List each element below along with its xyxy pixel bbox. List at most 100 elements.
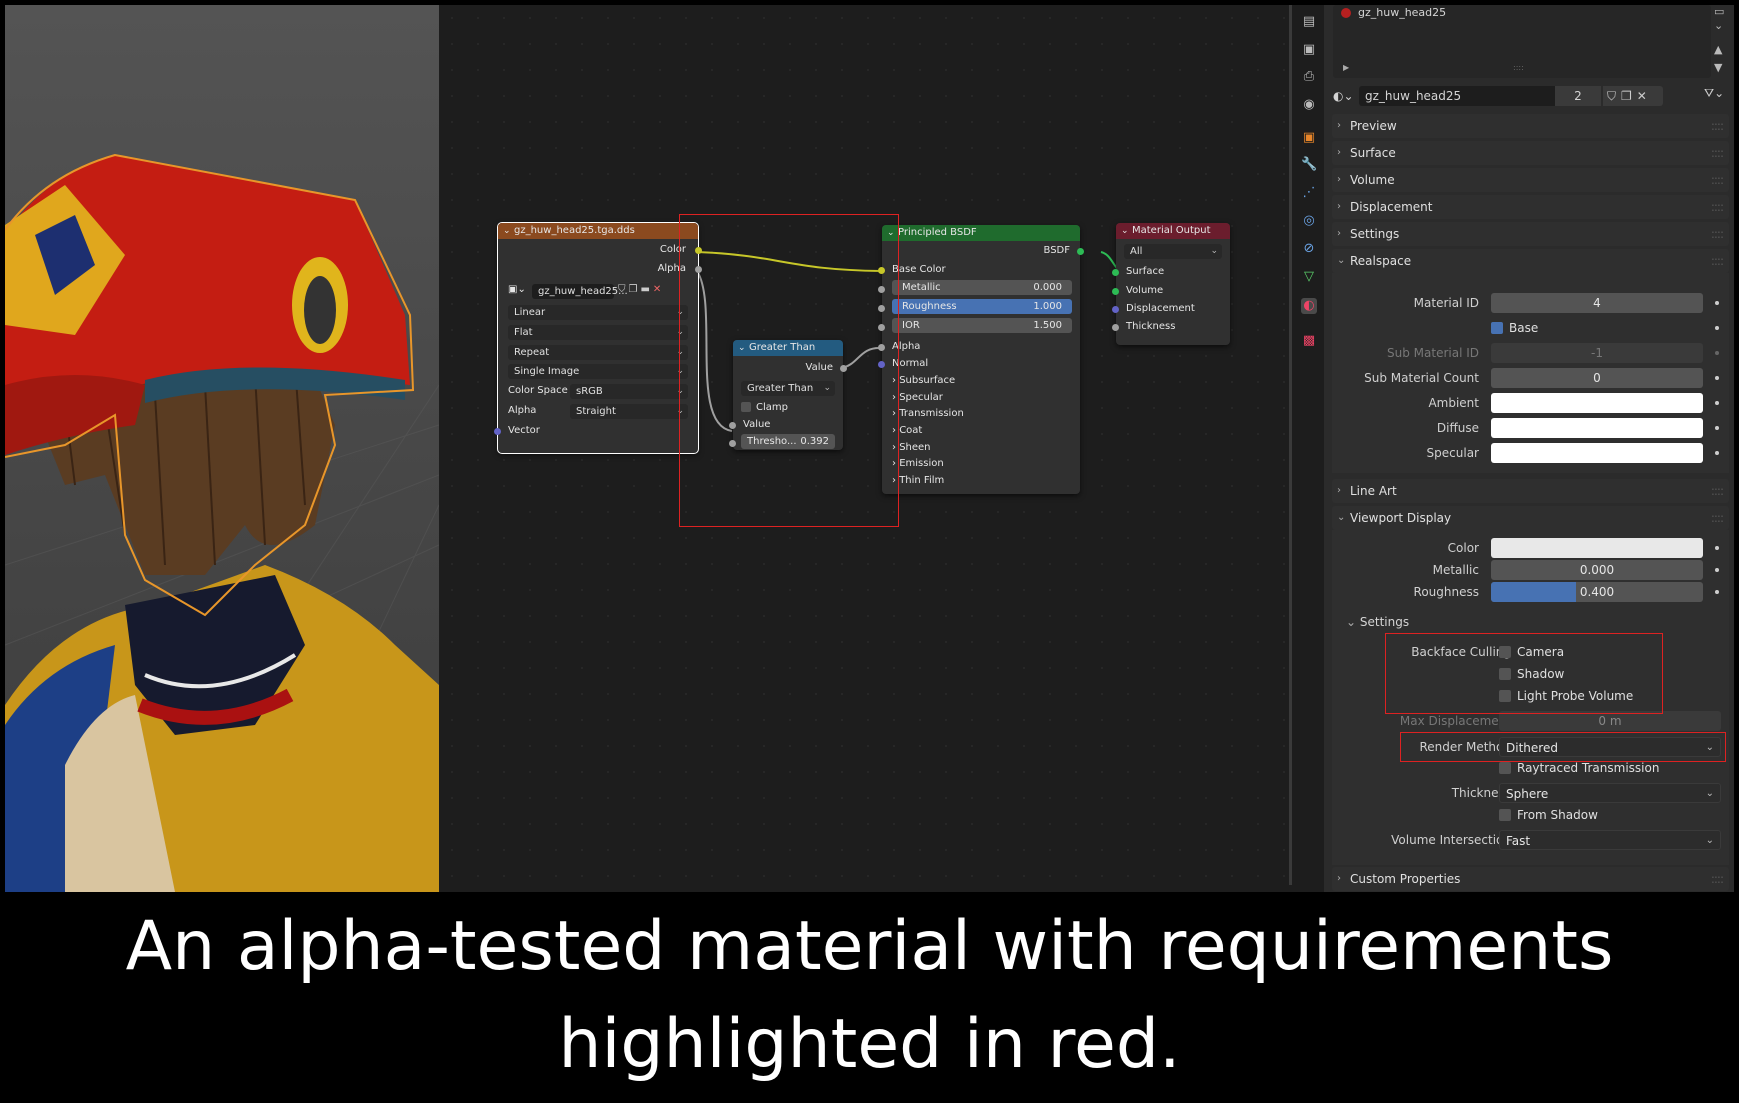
clamp-checkbox[interactable]: Clamp <box>741 401 788 415</box>
socket-volume[interactable] <box>1112 288 1119 295</box>
slot-specials-icon[interactable]: ▭ <box>1714 5 1724 19</box>
drag-grip-icon[interactable]: :::: <box>1711 141 1724 165</box>
target-dropdown[interactable]: All ⌄ <box>1124 244 1222 259</box>
vd-color-swatch[interactable] <box>1491 538 1703 558</box>
checkbox[interactable] <box>1499 689 1511 702</box>
panel-preview[interactable]: › Preview:::: <box>1332 114 1729 138</box>
section-subsurface[interactable]: › Subsurface <box>892 374 955 388</box>
chevron-down-icon[interactable]: ⌄ <box>503 223 511 239</box>
render-method-dropdown[interactable]: Dithered ⌄ <box>1499 737 1721 757</box>
material-output-node[interactable]: ⌄ Material Output All ⌄ Surface Volume Dis… <box>1112 223 1230 345</box>
section-emission[interactable]: › Emission <box>892 457 944 471</box>
checkbox[interactable] <box>1499 808 1511 821</box>
volume-intersection-dropdown[interactable]: Fast ⌄ <box>1499 830 1721 850</box>
material-slot-list[interactable]: gz_huw_head25 ▶ :::: <box>1333 5 1711 78</box>
close-icon[interactable]: ✕ <box>653 284 664 295</box>
socket-bsdf[interactable] <box>1077 248 1084 255</box>
keyframe-dot[interactable] <box>1715 451 1719 455</box>
subpanel-settings[interactable]: ⌄ Settings <box>1346 612 1409 632</box>
move-up-icon[interactable]: ▲ <box>1714 43 1724 61</box>
data-tab-icon[interactable]: ▽ <box>1301 269 1317 285</box>
ior-field[interactable]: IOR 1.500 <box>892 318 1072 333</box>
world-tab-icon[interactable]: ◉ <box>1301 97 1317 113</box>
checkbox[interactable] <box>741 402 751 412</box>
ambient-color-swatch[interactable] <box>1491 393 1703 413</box>
extension-dropdown[interactable]: Repeat ⌄ <box>508 345 688 360</box>
shadow-checkbox[interactable]: Shadow <box>1499 665 1564 683</box>
drag-grip-icon[interactable]: :::: <box>1711 479 1724 503</box>
camera-checkbox[interactable]: Camera <box>1499 643 1564 661</box>
alpha-mode-dropdown[interactable]: Straight ⌄ <box>570 404 688 419</box>
socket-value-out[interactable] <box>840 365 847 372</box>
chevron-down-icon[interactable]: ⌄ <box>738 340 746 356</box>
material-browse-icon[interactable]: ◐⌄ <box>1333 86 1357 106</box>
resize-grip-icon[interactable]: :::: <box>1513 63 1524 72</box>
image-name-field[interactable]: gz_huw_head25... <box>532 284 628 299</box>
diffuse-color-swatch[interactable] <box>1491 418 1703 438</box>
socket-alpha[interactable] <box>878 344 885 351</box>
socket-ior[interactable] <box>878 324 885 331</box>
vd-metallic-field[interactable]: 0.000 <box>1491 560 1703 580</box>
keyframe-dot[interactable] <box>1715 568 1719 572</box>
panel-line-art[interactable]: › Line Art:::: <box>1332 479 1729 503</box>
keyframe-dot[interactable] <box>1715 351 1719 355</box>
drag-grip-icon[interactable]: :::: <box>1711 114 1724 138</box>
filter-icon[interactable]: ⛛⌄ <box>1704 86 1724 101</box>
vd-roughness-slider[interactable]: 0.400 <box>1491 582 1703 602</box>
section-coat[interactable]: › Coat <box>892 424 922 438</box>
socket-metallic[interactable] <box>878 286 885 293</box>
fake-user-shield-icon[interactable]: ⛉ <box>618 284 629 295</box>
threshold-field[interactable]: Thresho... 0.392 <box>741 434 835 449</box>
keyframe-dot[interactable] <box>1715 590 1719 594</box>
material-name-field[interactable]: gz_huw_head25 <box>1359 86 1555 106</box>
roughness-field[interactable]: Roughness 1.000 <box>892 299 1072 314</box>
specular-color-swatch[interactable] <box>1491 443 1703 463</box>
color-space-dropdown[interactable]: sRGB ⌄ <box>570 384 688 399</box>
modifier-wrench-icon[interactable]: 🔧 <box>1301 157 1317 173</box>
checkbox[interactable] <box>1499 761 1511 774</box>
material-id-field[interactable]: 4 <box>1491 293 1703 313</box>
metallic-field[interactable]: Metallic 0.000 <box>892 280 1072 295</box>
panel-custom-properties[interactable]: › Custom Properties:::: <box>1332 867 1729 891</box>
drag-grip-icon[interactable]: :::: <box>1711 195 1724 219</box>
chevron-down-icon[interactable]: ⌄ <box>1714 19 1724 43</box>
close-icon[interactable]: ✕ <box>1637 89 1652 103</box>
socket-value-in[interactable] <box>729 422 736 429</box>
texture-tab-icon[interactable]: ▩ <box>1301 333 1317 349</box>
thickness-dropdown[interactable]: Sphere ⌄ <box>1499 783 1721 803</box>
properties-editor[interactable]: gz_huw_head25 ▶ :::: ▭ ⌄ ▲ ▼ ◐⌄ gz_huw_h… <box>1324 5 1734 892</box>
image-browse-icon[interactable]: ▣⌄ <box>508 284 530 298</box>
keyframe-dot[interactable] <box>1715 376 1719 380</box>
section-transmission[interactable]: › Transmission <box>892 407 964 421</box>
keyframe-dot[interactable] <box>1715 326 1719 330</box>
socket-normal[interactable] <box>878 361 885 368</box>
raytraced-transmission-checkbox[interactable]: Raytraced Transmission <box>1499 759 1659 777</box>
section-specular[interactable]: › Specular <box>892 391 943 405</box>
panel-surface[interactable]: › Surface:::: <box>1332 141 1729 165</box>
panel-volume[interactable]: › Volume:::: <box>1332 168 1729 192</box>
keyframe-dot[interactable] <box>1715 546 1719 550</box>
duplicate-icon[interactable]: ❐ <box>1621 89 1637 103</box>
checkbox[interactable] <box>1499 667 1511 680</box>
expand-triangle-icon[interactable]: ▶ <box>1343 63 1349 72</box>
max-displacement-field[interactable]: 0 m <box>1499 711 1721 731</box>
drag-grip-icon[interactable]: :::: <box>1711 168 1724 192</box>
socket-displacement[interactable] <box>1112 306 1119 313</box>
greater-than-node[interactable]: ⌄ Greater Than Value Greater Than ⌄ Clamp … <box>729 340 847 450</box>
3d-viewport[interactable] <box>5 5 439 892</box>
material-tab-icon[interactable]: ◐ <box>1301 298 1317 314</box>
particles-tab-icon[interactable]: ⋰ <box>1301 185 1317 201</box>
object-tab-icon[interactable]: ▣ <box>1301 130 1317 146</box>
socket-threshold[interactable] <box>729 440 736 447</box>
socket-roughness[interactable] <box>878 305 885 312</box>
light-probe-volume-checkbox[interactable]: Light Probe Volume <box>1499 687 1633 705</box>
checkbox[interactable] <box>1499 645 1511 658</box>
node-header[interactable]: ⌄ Greater Than <box>733 340 843 356</box>
socket-color[interactable] <box>695 247 702 254</box>
base-checkbox[interactable]: Base <box>1491 319 1538 337</box>
move-down-icon[interactable]: ▼ <box>1714 61 1724 74</box>
panel-displacement[interactable]: › Displacement:::: <box>1332 195 1729 219</box>
tool-tab-icon[interactable]: ▤ <box>1301 14 1317 30</box>
node-header[interactable]: ⌄ gz_huw_head25.tga.dds <box>498 223 698 239</box>
drag-grip-icon[interactable]: :::: <box>1711 249 1724 273</box>
